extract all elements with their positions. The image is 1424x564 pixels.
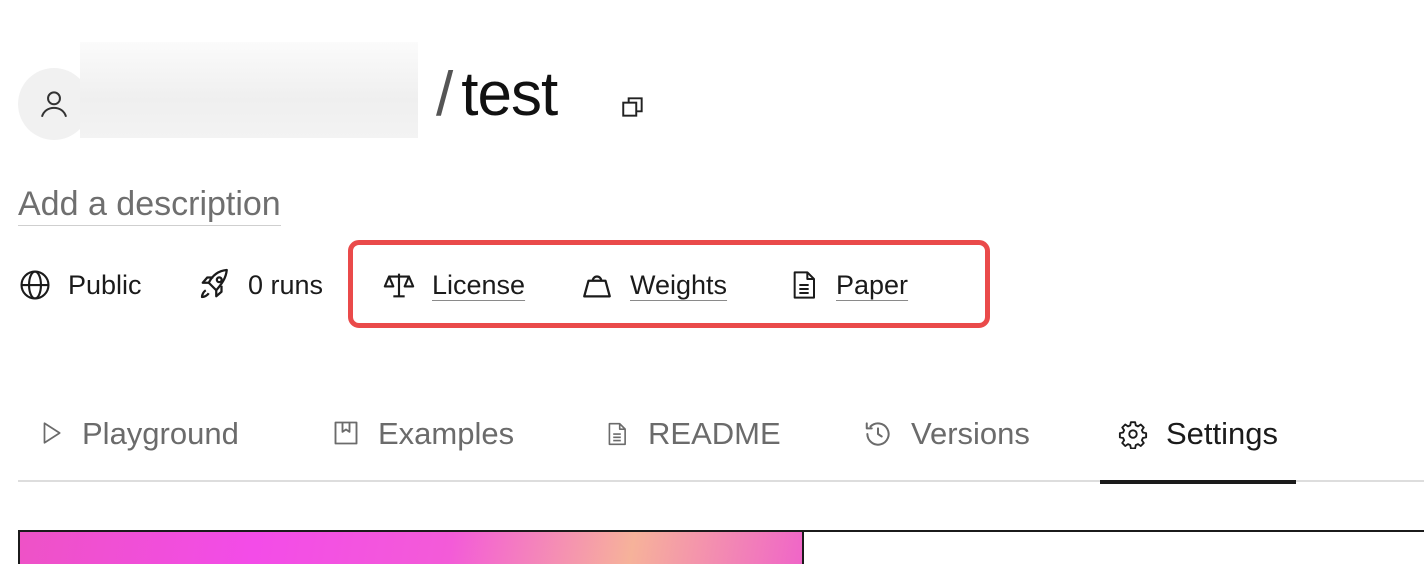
tab-label: Versions: [911, 416, 1030, 451]
bookmark-icon: [334, 421, 358, 445]
user-icon: [41, 91, 67, 118]
visibility-label: Public: [68, 269, 142, 300]
highlight-box: [348, 240, 990, 328]
copy-button[interactable]: [618, 92, 648, 122]
tab-versions[interactable]: Versions: [863, 400, 1030, 482]
owner-name-redacted: [80, 42, 418, 138]
history-icon: [865, 422, 890, 446]
tab-label: Settings: [1166, 416, 1279, 451]
runs-info: 0 runs: [196, 267, 323, 303]
copy-icon: [622, 97, 643, 117]
tab-readme[interactable]: README: [604, 400, 781, 482]
tab-label: Playground: [82, 416, 239, 451]
cover-image: [18, 530, 804, 564]
tab-label: Examples: [378, 416, 515, 451]
tab-examples[interactable]: Examples: [332, 400, 514, 482]
play-icon: [43, 422, 61, 444]
page-title: / test: [436, 60, 558, 129]
content-panel: [804, 530, 1424, 564]
tab-bar: Playground Examples README Versions Sett…: [18, 400, 1424, 484]
gear-icon: [1118, 421, 1148, 449]
tab-settings[interactable]: Settings: [1099, 400, 1297, 484]
tab-label: README: [648, 416, 781, 451]
rocket-icon: [200, 268, 228, 299]
tab-playground[interactable]: Playground: [38, 400, 239, 482]
document-icon: [608, 422, 626, 446]
add-description-link[interactable]: Add a description: [18, 184, 281, 226]
visibility-info: Public: [18, 268, 142, 302]
model-name: test: [461, 60, 558, 129]
runs-count: 0 runs: [248, 269, 324, 300]
title-separator: /: [436, 60, 454, 129]
globe-icon: [20, 270, 50, 300]
